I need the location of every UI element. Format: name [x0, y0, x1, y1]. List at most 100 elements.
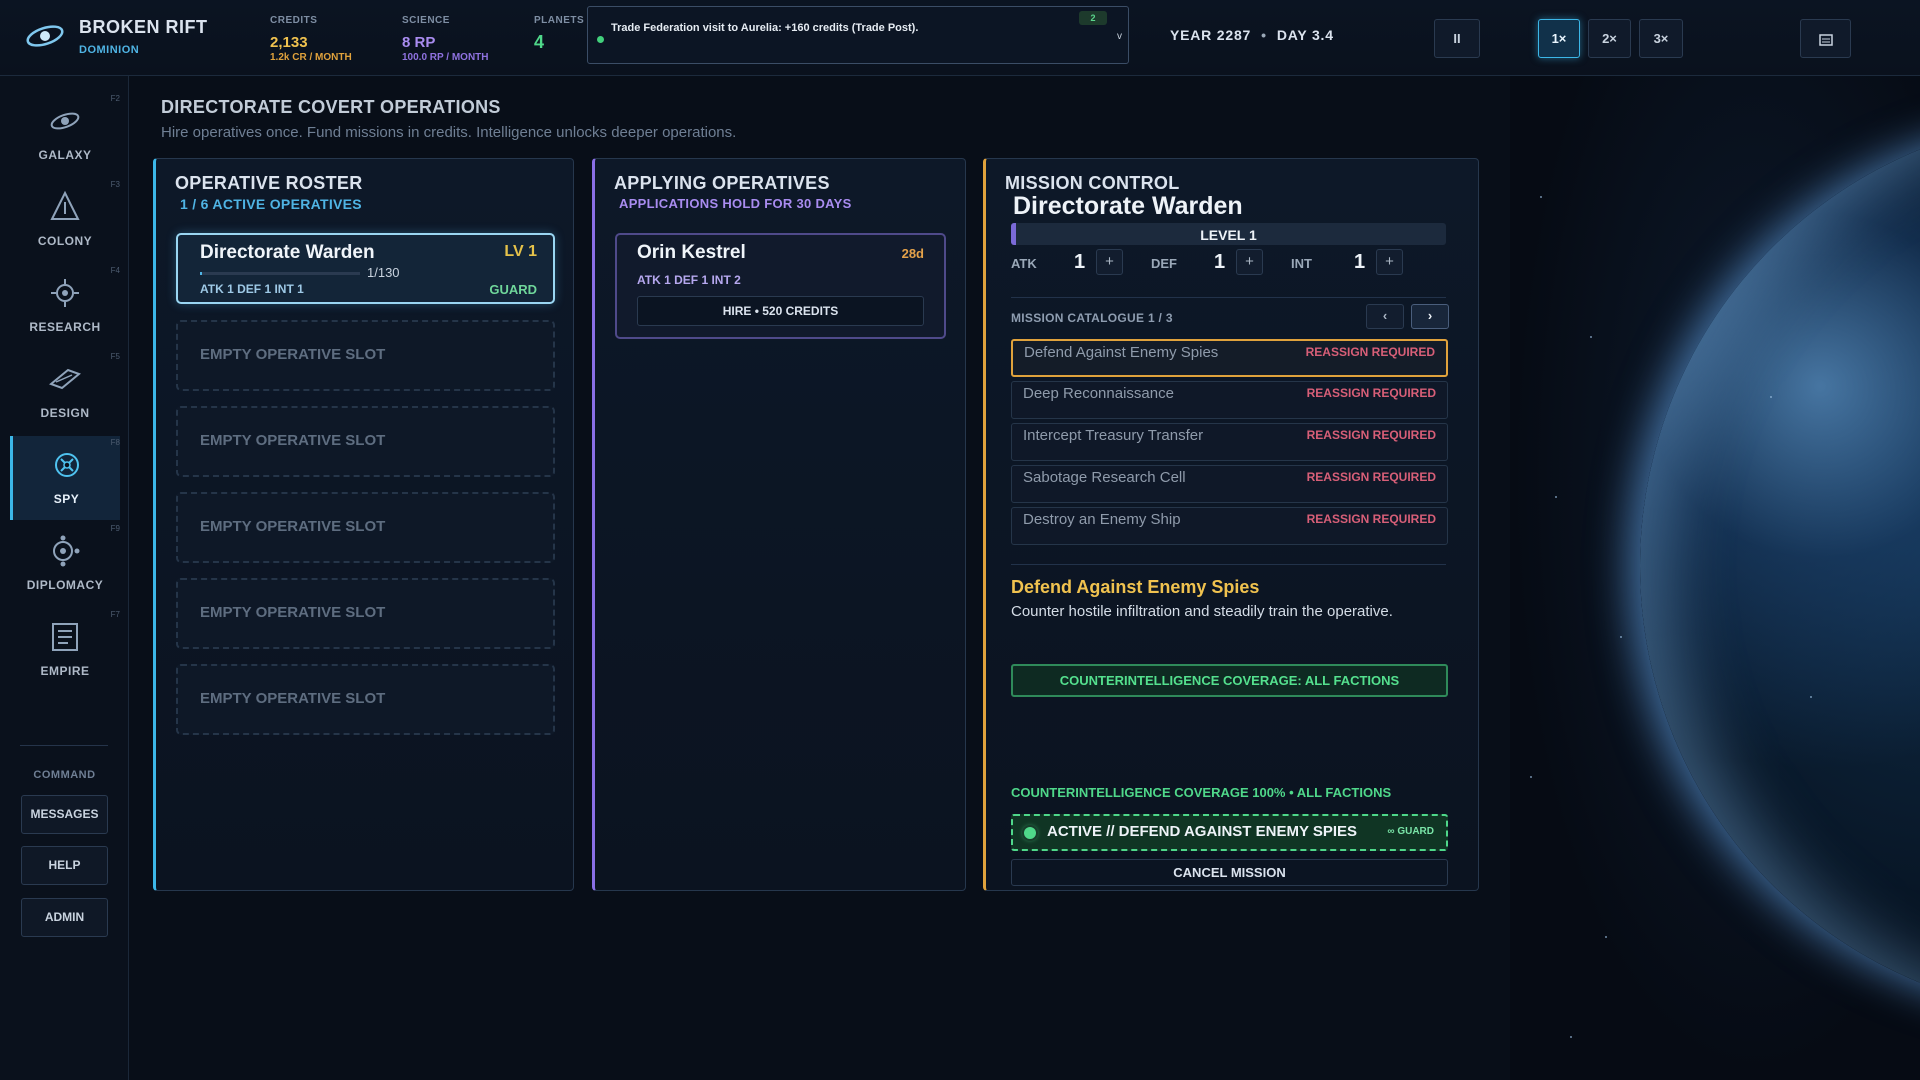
speed-1x-button[interactable]: 1× [1538, 19, 1580, 58]
applicant-name: Orin Kestrel [637, 242, 746, 263]
notification-count-badge: 2 [1079, 11, 1107, 25]
sidebar-item-label: DIPLOMACY [26, 578, 104, 592]
empty-operative-slot[interactable]: EMPTY OPERATIVE SLOT [176, 320, 555, 391]
empty-slot-label: EMPTY OPERATIVE SLOT [200, 346, 386, 363]
applying-operatives-panel: APPLYING OPERATIVES APPLICATIONS HOLD FO… [592, 158, 966, 891]
empty-slot-label: EMPTY OPERATIVE SLOT [200, 604, 386, 621]
applicant-stats: ATK 1 DEF 1 INT 2 [637, 273, 741, 287]
sidebar-item-label: GALAXY [38, 148, 92, 162]
menu-icon [1818, 33, 1833, 46]
sidebar-item-label: RESEARCH [29, 320, 101, 334]
empty-operative-slot[interactable]: EMPTY OPERATIVE SLOT [176, 578, 555, 649]
sidebar-item-galaxy[interactable]: F2 GALAXY [10, 92, 120, 176]
sidebar-item-colony[interactable]: F3 COLONY [10, 178, 120, 262]
mission-option[interactable]: Defend Against Enemy Spies REASSIGN REQU… [1011, 339, 1448, 377]
hotkey-label: F3 [110, 180, 120, 189]
sidebar-item-research[interactable]: F4 RESEARCH [10, 264, 120, 348]
admin-button[interactable]: ADMIN [21, 898, 108, 937]
attribute-value: 1 [1214, 251, 1226, 273]
operative-xp-value: 1/130 [367, 265, 400, 280]
mission-status: REASSIGN REQUIRED [1306, 512, 1436, 526]
active-indicator-dot [1024, 827, 1036, 839]
catalogue-prev-button[interactable]: ‹ [1366, 304, 1404, 329]
messages-button[interactable]: MESSAGES [21, 795, 108, 834]
divider [1011, 297, 1446, 298]
sidebar-divider [20, 745, 108, 746]
mission-option[interactable]: Deep Reconnaissance REASSIGN REQUIRED [1011, 381, 1448, 419]
cancel-mission-button[interactable]: CANCEL MISSION [1011, 859, 1448, 886]
hotkey-label: F4 [110, 266, 120, 275]
hotkey-label: F5 [110, 352, 120, 361]
game-date: YEAR 2287 • DAY 3.4 [1170, 27, 1334, 43]
sidebar-item-design[interactable]: F5 DESIGN [10, 350, 120, 434]
sidebar-item-spy[interactable]: F8 SPY [10, 436, 120, 520]
operative-xp-bar [200, 272, 360, 275]
mission-status: REASSIGN REQUIRED [1305, 345, 1435, 359]
mission-option[interactable]: Sabotage Research Cell REASSIGN REQUIRED [1011, 465, 1448, 503]
spy-icon [13, 448, 120, 482]
sidebar: F2 GALAXY F3 COLONY F4 RESEARCH F5 DESIG… [0, 76, 129, 1080]
brand-subtitle: DOMINION [79, 44, 140, 56]
empire-logo-icon [26, 25, 64, 47]
increase-int-button[interactable]: + [1376, 249, 1403, 275]
increase-def-button[interactable]: + [1236, 249, 1263, 275]
empty-operative-slot[interactable]: EMPTY OPERATIVE SLOT [176, 406, 555, 477]
active-mission-tag: ∞ GUARD [1387, 826, 1434, 837]
speed-3x-button[interactable]: 3× [1639, 19, 1683, 58]
space-backdrop [1510, 76, 1920, 1080]
science-label: SCIENCE [402, 15, 450, 26]
sidebar-item-empire[interactable]: F7 EMPIRE [10, 608, 120, 692]
science-value: 8 RP [402, 34, 436, 51]
empty-operative-slot[interactable]: EMPTY OPERATIVE SLOT [176, 492, 555, 563]
science-rate: 100.0 RP / MONTH [402, 52, 489, 63]
operative-card[interactable]: Directorate Warden LV 1 1/130 ATK 1 DEF … [176, 233, 555, 304]
credits-label: CREDITS [270, 15, 318, 26]
operative-roster-panel: OPERATIVE ROSTER 1 / 6 ACTIVE OPERATIVES… [153, 158, 574, 891]
applying-title: APPLYING OPERATIVES [614, 173, 830, 193]
mission-detail-title: Defend Against Enemy Spies [1011, 577, 1260, 597]
attribute-label: ATK [1011, 256, 1037, 271]
mission-name: Deep Reconnaissance [1023, 385, 1174, 402]
research-icon [10, 276, 120, 310]
selected-operative-name: Directorate Warden [1013, 192, 1243, 220]
pause-button[interactable]: II [1434, 19, 1480, 58]
pause-icon: II [1453, 31, 1461, 46]
mission-option[interactable]: Destroy an Enemy Ship REASSIGN REQUIRED [1011, 507, 1448, 545]
empty-operative-slot[interactable]: EMPTY OPERATIVE SLOT [176, 664, 555, 735]
mission-status: REASSIGN REQUIRED [1306, 428, 1436, 442]
help-button[interactable]: HELP [21, 846, 108, 885]
hotkey-label: F9 [110, 524, 120, 533]
page-title: DIRECTORATE COVERT OPERATIONS [161, 97, 501, 117]
top-bar: BROKEN RIFT DOMINION CREDITS 2,133 1.2k … [0, 0, 1920, 76]
planets-value: 4 [534, 32, 545, 52]
notification-bar[interactable]: Trade Federation visit to Aurelia: +160 … [587, 6, 1129, 64]
attribute-label: INT [1291, 256, 1312, 271]
planets-stat: PLANETS 4 [534, 15, 584, 53]
page-subtitle: Hire operatives once. Fund missions in c… [161, 124, 737, 141]
chevron-down-icon[interactable]: v [1117, 31, 1122, 42]
speed-2x-button[interactable]: 2× [1588, 19, 1631, 58]
catalogue-next-button[interactable]: › [1411, 304, 1449, 329]
applying-subtitle: APPLICATIONS HOLD FOR 30 DAYS [619, 196, 852, 211]
hotkey-label: F2 [110, 94, 120, 103]
mission-detail-description: Counter hostile infiltration and steadil… [1011, 603, 1393, 620]
coverage-summary: COUNTERINTELLIGENCE COVERAGE 100% • ALL … [1011, 785, 1392, 800]
mission-control-panel: MISSION CONTROL Directorate Warden LEVEL… [983, 158, 1479, 891]
mission-option[interactable]: Intercept Treasury Transfer REASSIGN REQ… [1011, 423, 1448, 461]
notification-message: Trade Federation visit to Aurelia: +160 … [611, 22, 919, 34]
increase-atk-button[interactable]: + [1096, 249, 1123, 275]
sidebar-item-diplomacy[interactable]: F9 DIPLOMACY [10, 522, 120, 606]
empty-slot-label: EMPTY OPERATIVE SLOT [200, 518, 386, 535]
menu-button[interactable] [1800, 19, 1851, 58]
counterintelligence-coverage-button[interactable]: COUNTERINTELLIGENCE COVERAGE: ALL FACTIO… [1011, 664, 1448, 697]
attribute-label: DEF [1151, 256, 1177, 271]
hire-button[interactable]: HIRE • 520 CREDITS [637, 296, 924, 326]
colony-icon [10, 190, 120, 224]
attribute-int: INT 1 + [1291, 249, 1411, 275]
mission-name: Defend Against Enemy Spies [1024, 344, 1219, 361]
notification-dot [597, 36, 604, 43]
year-label: YEAR 2287 [1170, 27, 1252, 43]
divider [1011, 564, 1446, 565]
active-mission-status: ACTIVE // DEFEND AGAINST ENEMY SPIES ∞ G… [1011, 814, 1448, 851]
credits-rate: 1.2k CR / MONTH [270, 52, 352, 63]
